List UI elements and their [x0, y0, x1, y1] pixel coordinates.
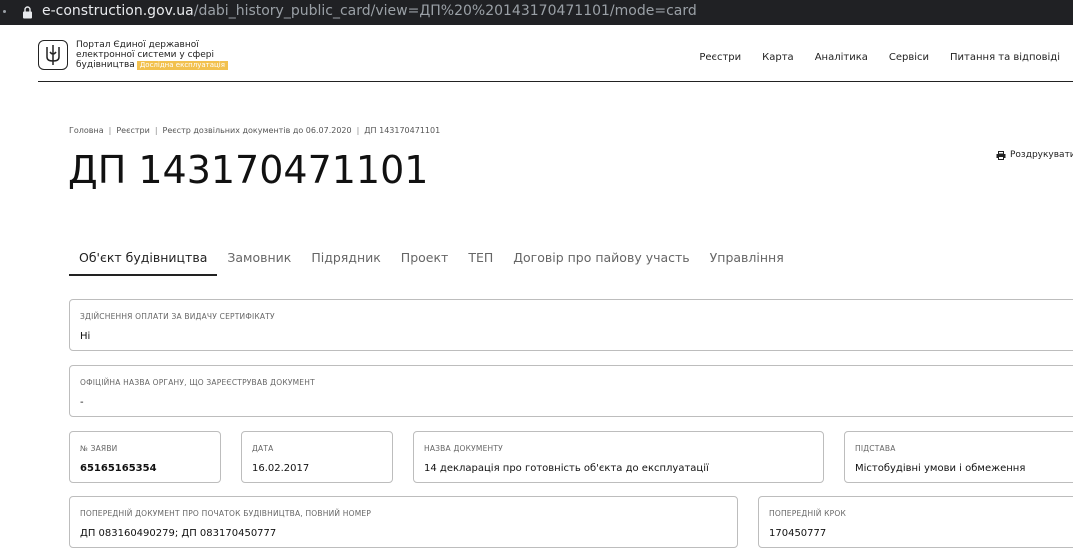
- field-basis: Підстава Містобудівні умови і обмеження: [844, 431, 1073, 483]
- beta-badge: Дослідна експлуатація: [136, 61, 228, 70]
- browser-address-bar[interactable]: e-construction.gov.ua/dabi_history_publi…: [0, 0, 1073, 25]
- field-date: Дата 16.02.2017: [241, 431, 393, 483]
- trident-icon: [46, 45, 60, 65]
- tab-project[interactable]: Проект: [391, 246, 459, 276]
- field-value: 16.02.2017: [252, 463, 310, 474]
- url-text[interactable]: e-construction.gov.ua/dabi_history_publi…: [42, 3, 697, 19]
- portal-line-2: електронної системи у сфері: [76, 50, 214, 60]
- tab-contractor[interactable]: Підрядник: [301, 246, 390, 276]
- field-label: № заяви: [80, 444, 118, 453]
- site-header: Портал Єдиної державної електронної сист…: [38, 38, 1073, 82]
- tab-shared-participation[interactable]: Договір про пайову участь: [503, 246, 699, 276]
- tab-construction-object[interactable]: Об'єкт будівництва: [69, 246, 218, 276]
- menu-dot-icon: [3, 10, 6, 13]
- url-host: e-construction.gov.ua: [42, 3, 194, 19]
- field-previous-document: Попередній документ про початок будівниц…: [69, 496, 738, 548]
- breadcrumb: Головна | Реєстри | Реєстр дозвільних докуме…: [69, 126, 440, 135]
- field-value: Містобудівні умови і обмеження: [855, 463, 1026, 474]
- nav-registries[interactable]: Реєстри: [699, 52, 741, 63]
- page-title: ДП 143170471101: [68, 148, 429, 192]
- field-label: Офіційна назва органу, що зареєстрував д…: [80, 378, 315, 387]
- nav-services[interactable]: Сервіси: [889, 52, 929, 63]
- field-value: Ні: [80, 331, 91, 342]
- breadcrumb-registry[interactable]: Реєстр дозвільних документів до 06.07.20…: [163, 126, 352, 135]
- field-authority: Офіційна назва органу, що зареєстрував д…: [69, 365, 1073, 417]
- field-value: 65165165354: [80, 463, 157, 474]
- lock-icon: [23, 6, 32, 19]
- portal-line-1: Портал Єдиної державної: [76, 40, 199, 50]
- breadcrumb-home[interactable]: Головна: [69, 126, 104, 135]
- nav-faq[interactable]: Питання та відповіді: [950, 52, 1060, 63]
- tab-customer[interactable]: Замовник: [217, 246, 301, 276]
- field-payment: Здійснення оплати за видачу сертифікату …: [69, 299, 1073, 351]
- field-label: Попередній крок: [769, 509, 846, 518]
- field-application-number: № заяви 65165165354: [69, 431, 221, 483]
- tab-bar: Об'єкт будівництва Замовник Підрядник Пр…: [69, 246, 794, 276]
- field-label: Дата: [252, 444, 274, 453]
- field-label: Попередній документ про початок будівниц…: [80, 509, 372, 518]
- field-document-name: Назва документу 14 декларація про готовн…: [413, 431, 824, 483]
- field-label: Підстава: [855, 444, 896, 453]
- breadcrumb-registries[interactable]: Реєстри: [116, 126, 149, 135]
- breadcrumb-current: ДП 143170471101: [364, 126, 441, 135]
- field-value: ДП 083160490279; ДП 083170450777: [80, 528, 277, 539]
- print-label: Роздрукувати: [1010, 150, 1073, 160]
- field-label: Здійснення оплати за видачу сертифікату: [80, 312, 275, 321]
- url-path: /dabi_history_public_card/view=ДП%20%201…: [193, 3, 697, 19]
- breadcrumb-separator: |: [108, 126, 112, 135]
- print-button[interactable]: Роздрукувати: [996, 150, 1073, 160]
- nav-map[interactable]: Карта: [762, 52, 794, 63]
- portal-name[interactable]: Портал Єдиної державної електронної сист…: [76, 40, 228, 70]
- breadcrumb-separator: |: [154, 126, 158, 135]
- portal-line-3: будівництва: [76, 60, 135, 70]
- trident-logo-icon[interactable]: [38, 40, 68, 70]
- field-value: 14 декларація про готовність об'єкта до …: [424, 463, 709, 474]
- field-label: Назва документу: [424, 444, 503, 453]
- nav-analytics[interactable]: Аналітика: [815, 52, 868, 63]
- field-value: 170450777: [769, 528, 827, 539]
- field-previous-step: Попередній крок 170450777: [758, 496, 1073, 548]
- field-value: -: [80, 397, 84, 408]
- main-nav: Реєстри Карта Аналітика Сервіси Питання …: [699, 52, 1060, 63]
- tab-management[interactable]: Управління: [700, 246, 794, 276]
- breadcrumb-separator: |: [356, 126, 360, 135]
- tab-tep[interactable]: ТЕП: [458, 246, 503, 276]
- printer-icon: [996, 150, 1006, 160]
